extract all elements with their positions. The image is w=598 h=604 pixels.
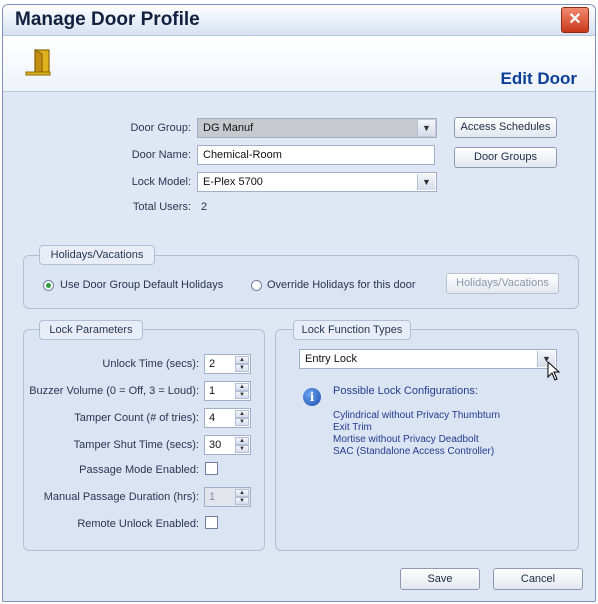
manual-passage-duration-value: 1 [209,491,216,503]
close-icon: ✕ [568,11,582,28]
lock-function-dropdown[interactable]: Entry Lock ▼ [299,349,557,369]
spin-down-icon[interactable]: ▼ [235,445,249,453]
spin-buttons[interactable]: ▲ ▼ [235,410,249,426]
tamper-count-label: Tamper Count (# of tries): [74,412,199,424]
access-schedules-button[interactable]: Access Schedules [454,117,557,138]
unlock-time-value: 2 [209,358,216,370]
tamper-shut-time-value: 30 [209,439,222,451]
spin-up-icon[interactable]: ▲ [235,410,249,418]
total-users-value: 2 [201,201,208,213]
door-group-dropdown[interactable]: DG Manuf ▼ [197,118,437,138]
spin-buttons[interactable]: ▲ ▼ [235,489,249,505]
config-item: Exit Trim [333,422,372,433]
override-holidays-radio[interactable] [251,280,262,291]
use-default-holidays-label[interactable]: Use Door Group Default Holidays [60,279,223,291]
spin-up-icon[interactable]: ▲ [235,356,249,364]
cancel-button[interactable]: Cancel [493,568,583,590]
chevron-down-icon[interactable]: ▼ [417,120,435,136]
save-button[interactable]: Save [400,568,480,590]
spin-buttons[interactable]: ▲ ▼ [235,383,249,399]
passage-mode-label: Passage Mode Enabled: [79,464,199,476]
manual-passage-duration-label: Manual Passage Duration (hrs): [43,491,199,503]
spin-down-icon[interactable]: ▼ [235,364,249,372]
door-group-value: DG Manuf [203,122,254,134]
spin-up-icon[interactable]: ▲ [235,437,249,445]
total-users-label: Total Users: [132,201,191,213]
buzzer-volume-value: 1 [209,385,216,397]
lock-function-value: Entry Lock [305,353,357,365]
chevron-down-icon[interactable]: ▼ [417,174,435,190]
override-holidays-label[interactable]: Override Holidays for this door [267,279,416,291]
spin-down-icon[interactable]: ▼ [235,391,249,399]
remote-unlock-label: Remote Unlock Enabled: [77,518,199,530]
remote-unlock-checkbox[interactable] [205,516,218,529]
use-default-holidays-radio[interactable] [43,280,54,291]
header-band: Edit Door [3,36,595,92]
spin-buttons[interactable]: ▲ ▼ [235,356,249,372]
tamper-shut-time-label: Tamper Shut Time (secs): [73,439,199,451]
door-name-input[interactable]: Chemical-Room [197,145,435,165]
edit-door-heading: Edit Door [500,69,578,88]
window-title: Manage Door Profile [15,9,200,30]
lock-model-label: Lock Model: [131,176,191,188]
title-bar[interactable]: Manage Door Profile ✕ [3,5,595,36]
config-item: Mortise without Privacy Deadbolt [333,434,479,445]
holidays-legend: Holidays/Vacations [39,245,155,265]
buzzer-volume-label: Buzzer Volume (0 = Off, 3 = Loud): [29,385,199,397]
config-item: Cylindrical without Privacy Thumbturn [333,410,501,421]
spin-down-icon[interactable]: ▼ [235,497,249,505]
possible-configurations-title: Possible Lock Configurations: [333,385,478,397]
tamper-shut-time-stepper[interactable]: 30 ▲ ▼ [204,435,251,455]
lock-function-types-legend: Lock Function Types [293,320,411,340]
door-exit-icon [25,49,51,76]
lock-parameters-legend: Lock Parameters [39,320,143,340]
unlock-time-label: Unlock Time (secs): [102,358,199,370]
door-groups-button[interactable]: Door Groups [454,147,557,168]
spin-down-icon[interactable]: ▼ [235,418,249,426]
buzzer-volume-stepper[interactable]: 1 ▲ ▼ [204,381,251,401]
tamper-count-stepper[interactable]: 4 ▲ ▼ [204,408,251,428]
passage-mode-checkbox[interactable] [205,462,218,475]
holidays-vacations-button[interactable]: Holidays/Vacations [446,273,559,294]
tamper-count-value: 4 [209,412,216,424]
spin-buttons[interactable]: ▲ ▼ [235,437,249,453]
manage-door-profile-window: Manage Door Profile ✕ Edit Door Door Gro… [2,4,596,602]
door-name-value: Chemical-Room [203,149,282,161]
spin-up-icon[interactable]: ▲ [235,383,249,391]
lock-model-dropdown[interactable]: E-Plex 5700 ▼ [197,172,437,192]
manual-passage-duration-stepper[interactable]: 1 ▲ ▼ [204,487,251,507]
mouse-cursor-icon [547,361,561,381]
close-button[interactable]: ✕ [561,7,589,33]
spin-up-icon[interactable]: ▲ [235,489,249,497]
lock-model-value: E-Plex 5700 [203,176,263,188]
door-group-label: Door Group: [130,122,191,134]
config-item: SAC (Standalone Access Controller) [333,446,495,457]
unlock-time-stepper[interactable]: 2 ▲ ▼ [204,354,251,374]
door-name-label: Door Name: [131,149,191,161]
info-icon: i [303,388,321,406]
